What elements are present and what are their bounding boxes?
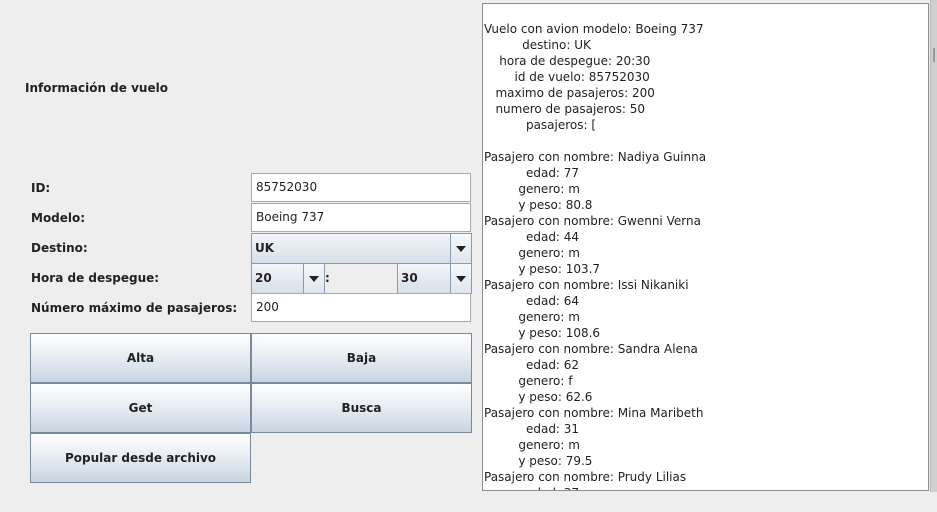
- hora-separator: :: [325, 271, 330, 285]
- chevron-down-icon: [456, 246, 466, 252]
- resize-grip: [933, 48, 935, 62]
- id-label: ID:: [31, 181, 51, 195]
- hora-hour-dropdown-button[interactable]: [303, 264, 324, 293]
- chevron-down-icon: [309, 276, 319, 282]
- destino-select[interactable]: UK: [251, 233, 472, 264]
- busca-button[interactable]: Busca: [251, 383, 472, 433]
- max-pasajeros-label: Número máximo de pasajeros:: [31, 301, 238, 315]
- chevron-down-icon: [456, 276, 466, 282]
- id-field[interactable]: 85752030: [251, 173, 471, 202]
- destino-label: Destino:: [31, 241, 88, 255]
- destino-dropdown-button[interactable]: [450, 234, 471, 263]
- window-edge: [930, 0, 937, 492]
- destino-select-value: UK: [255, 241, 275, 255]
- section-title: Información de vuelo: [25, 81, 168, 95]
- popular-desde-archivo-button[interactable]: Popular desde archivo: [30, 433, 251, 483]
- hora-minute-value: 30: [401, 271, 418, 285]
- get-button[interactable]: Get: [30, 383, 251, 433]
- flight-info-text: Vuelo con avion modelo: Boeing 737 desti…: [484, 22, 707, 490]
- flight-info-output[interactable]: Vuelo con avion modelo: Boeing 737 desti…: [482, 3, 929, 491]
- baja-button[interactable]: Baja: [251, 333, 472, 383]
- hora-minute-select[interactable]: 30: [397, 263, 472, 294]
- hora-minute-dropdown-button[interactable]: [450, 264, 471, 293]
- alta-button[interactable]: Alta: [30, 333, 251, 383]
- modelo-field[interactable]: Boeing 737: [251, 203, 471, 232]
- hora-hour-select[interactable]: 20: [251, 263, 325, 294]
- modelo-label: Modelo:: [31, 211, 86, 225]
- max-pasajeros-field[interactable]: 200: [251, 293, 471, 322]
- hora-label: Hora de despegue:: [31, 271, 160, 285]
- hora-hour-value: 20: [255, 271, 272, 285]
